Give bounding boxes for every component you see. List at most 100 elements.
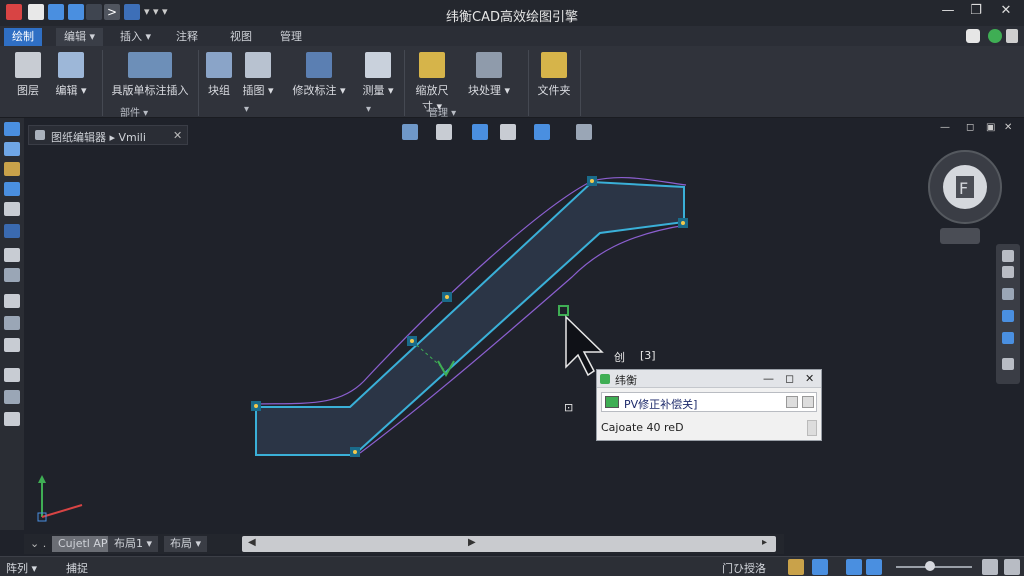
status-viewport-icon[interactable] (812, 559, 828, 575)
insert-block-button[interactable]: 具版单标注插入 (108, 52, 192, 98)
palette-options-button[interactable] (802, 396, 814, 408)
document-tab[interactable]: 图纸编辑器 ▸ Vmili ✕ (28, 125, 188, 145)
panel-label-arrow[interactable]: ▾ (366, 104, 371, 115)
layout-nav-arrow[interactable]: ⌄ . (24, 536, 52, 552)
tab-insert[interactable]: 插入 ▾ (112, 28, 159, 46)
palette-minimize-button[interactable]: — (763, 372, 774, 385)
block-group-button[interactable]: 块组 (202, 52, 236, 98)
scale-tool-icon[interactable] (4, 316, 20, 330)
status-array-button[interactable]: 阵列 ▾ (6, 560, 37, 576)
tab-layout1[interactable]: 布局1 ▾ (108, 536, 159, 552)
ribbon-separator (198, 50, 199, 116)
close-button[interactable]: ✕ (996, 3, 1016, 21)
tab-view[interactable]: 视图 (222, 28, 260, 46)
view-cube-menu[interactable] (940, 228, 980, 244)
modify-dim-button[interactable]: 修改标注 ▾ (284, 52, 354, 98)
maximize-button[interactable]: ❐ (966, 3, 986, 21)
view-cube[interactable]: F (926, 148, 1004, 226)
dimension-tool-icon[interactable] (4, 202, 20, 216)
layer-state-icon[interactable] (534, 124, 550, 140)
trim-tool-icon[interactable] (4, 338, 20, 352)
panel-label-parts[interactable]: 部件 ▾ (120, 104, 148, 119)
minimize-button[interactable]: — (938, 3, 958, 21)
polyline-tool-icon[interactable] (4, 142, 20, 156)
nav-close-icon[interactable] (1002, 250, 1014, 262)
horizontal-scrollbar[interactable]: ◀ ▶ ▸ (242, 536, 776, 552)
left-toolbar (0, 118, 24, 530)
viewport-restore[interactable]: ◻ (966, 122, 974, 133)
measure-button[interactable]: 测量 ▾ (356, 52, 400, 98)
orbit-icon[interactable] (1002, 288, 1014, 300)
rectangle-tool-icon[interactable] (4, 224, 20, 238)
layer-button[interactable]: 图层 (10, 52, 46, 98)
edit-button[interactable]: 编辑 ▾ (48, 52, 94, 98)
view-mode-icon[interactable] (402, 124, 418, 140)
pv-icon (605, 396, 619, 408)
tab-draw[interactable]: 绘制 (4, 28, 42, 46)
help-icon[interactable] (1006, 29, 1018, 43)
text-tool-icon[interactable] (4, 368, 20, 382)
viewport-maximize[interactable]: ▣ (986, 122, 995, 133)
account-icon[interactable] (988, 29, 1002, 43)
block-tool-button[interactable]: 块处理 ▾ (454, 52, 524, 98)
measure-icon (365, 52, 391, 78)
cloud-icon[interactable] (966, 29, 980, 43)
scroll-left-icon[interactable]: ◀ (248, 537, 256, 548)
status-settings-icon[interactable] (982, 559, 998, 575)
rotate-tool-icon[interactable] (4, 294, 20, 308)
status-right-label[interactable]: 门ひ授洛 (722, 560, 766, 576)
ribbon-separator (102, 50, 103, 116)
grid-icon[interactable] (576, 124, 592, 140)
arc-tool-icon[interactable] (4, 182, 20, 196)
erase-tool-icon[interactable] (4, 412, 20, 426)
modify-dim-label: 修改标注 ▾ (292, 84, 346, 97)
tab-edit[interactable]: 编辑 ▾ (56, 28, 104, 46)
document-close-button[interactable]: ✕ (173, 129, 182, 142)
nav-dropdown-icon[interactable] (1002, 358, 1014, 370)
snap-icon[interactable] (472, 124, 488, 140)
hatch-tool-icon[interactable] (4, 390, 20, 404)
tab-annotate[interactable]: 注释 (168, 28, 206, 46)
viewport-close[interactable]: ✕ (1004, 122, 1012, 133)
status-snap-button[interactable]: 捕捉 (66, 560, 88, 576)
print-preview-icon[interactable] (500, 124, 516, 140)
palette-status-row: Cajoate 40 reD (597, 416, 821, 440)
image-button[interactable]: 插图 ▾ (238, 52, 278, 98)
drawing-canvas[interactable] (24, 145, 992, 530)
folder-label: 文件夹 (537, 84, 571, 97)
tab-manage[interactable]: 管理 (272, 28, 310, 46)
zoom-icon[interactable] (1002, 310, 1014, 322)
drawing-icon (35, 130, 45, 140)
status-menu-icon[interactable] (1004, 559, 1020, 575)
status-zoom-icon[interactable] (866, 559, 882, 575)
status-tool-icon[interactable] (788, 559, 804, 575)
tab-model[interactable]: Cujetl AP (52, 536, 114, 552)
page-icon[interactable] (436, 124, 452, 140)
navigation-bar (996, 244, 1020, 384)
move-tool-icon[interactable] (4, 268, 20, 282)
palette-input-field[interactable]: PV修正补偿关] (601, 392, 817, 412)
status-lock-icon[interactable] (846, 559, 862, 575)
circle-tool-icon[interactable] (4, 248, 20, 262)
palette-header[interactable]: 纬衡 — ◻ ✕ (597, 370, 821, 388)
palette-close-button[interactable]: ✕ (805, 372, 814, 385)
panel-label-arrow[interactable]: ▾ (244, 104, 249, 115)
cursor-tip-left: 创 (614, 351, 625, 364)
pencil-tool-icon[interactable] (4, 162, 20, 176)
pan-icon[interactable] (1002, 266, 1014, 278)
ucs-axes-icon (37, 475, 83, 522)
viewport-minimize[interactable]: — (940, 122, 950, 133)
palette-restore-button[interactable]: ◻ (785, 372, 794, 385)
mouse-cursor-icon (565, 315, 604, 377)
palette-scroll[interactable] (807, 420, 817, 436)
layer-icon (15, 52, 41, 78)
line-tool-icon[interactable] (4, 122, 20, 136)
steering-wheel-icon[interactable] (1002, 332, 1014, 344)
panel-label-manage[interactable]: 管理 ▾ (428, 104, 456, 119)
folder-button[interactable]: 文件夹 (532, 52, 576, 98)
scroll-right-icon[interactable]: ▶ (468, 537, 476, 548)
tab-layout2[interactable]: 布局 ▾ (164, 536, 208, 552)
scroll-end-icon[interactable]: ▸ (762, 537, 767, 548)
palette-dropdown-button[interactable] (786, 396, 798, 408)
zoom-slider-thumb[interactable] (925, 561, 936, 571)
